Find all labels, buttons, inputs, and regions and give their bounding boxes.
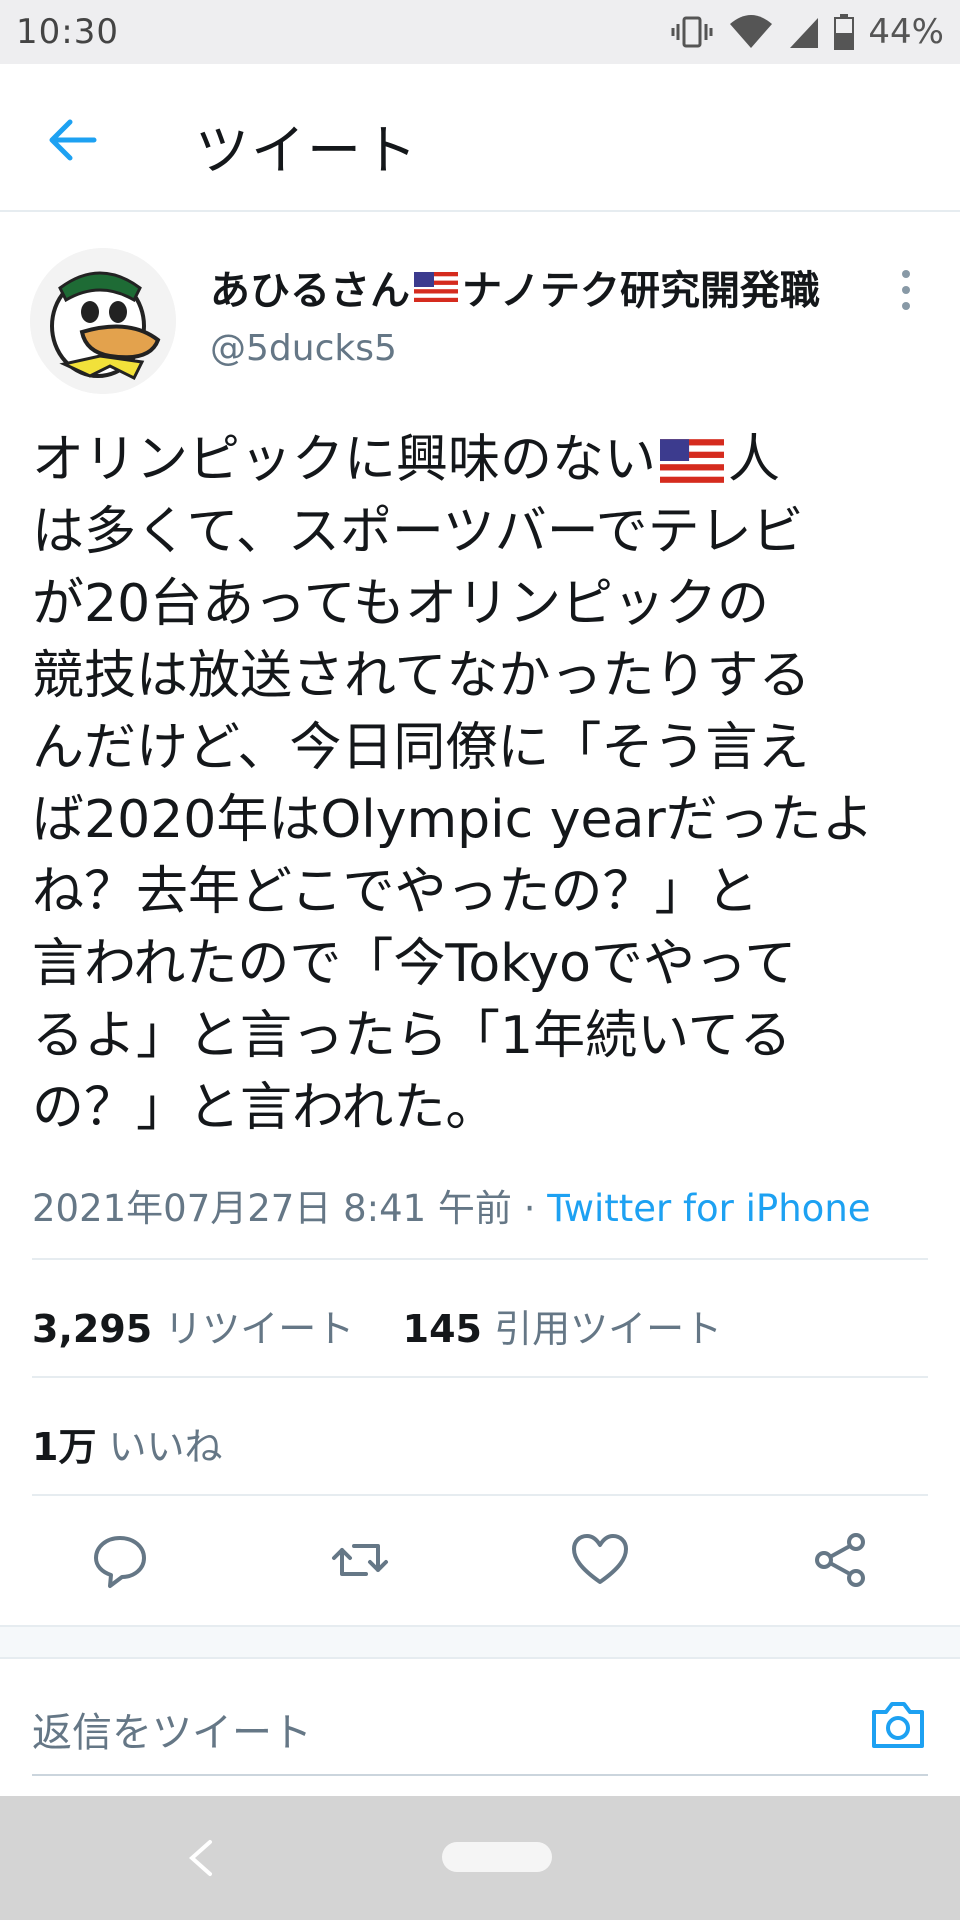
share-icon[interactable]: [810, 1530, 870, 1590]
retweet-stats: 3,295 リツイート 145 引用ツイート: [32, 1298, 722, 1353]
avatar[interactable]: [30, 248, 176, 394]
quotes-stat[interactable]: 145 引用ツイート: [403, 1307, 722, 1351]
tweet-text-line: 競技は放送されてなかったりする: [32, 640, 932, 712]
battery-icon: [834, 14, 855, 50]
page-title: ツイート: [195, 119, 419, 182]
tweet-text-segment: んだけど、今日同僚に「そう言え: [32, 718, 810, 778]
tweet-text-segment: の？」と言われた。: [32, 1078, 498, 1138]
retweets-label: リツイート: [164, 1307, 355, 1351]
likes-count: 1万: [32, 1425, 97, 1469]
tweet-text: オリンピックに興味のない 人は多くて、スポーツバーでテレビ が20台あってもオリンピ…: [32, 424, 932, 1144]
duck-avatar-icon: [30, 248, 176, 394]
battery-percent: 44%: [868, 12, 944, 52]
reply-input[interactable]: 返信をツイート: [32, 1700, 312, 1758]
tweet-text-segment: るよ」と言ったら「1年続いてる: [32, 1006, 792, 1066]
tweet-text-line: の？」と言われた。: [32, 1072, 932, 1144]
tweet-text-segment: 言われたので「今Tokyoでやって: [32, 934, 797, 994]
reply-icon[interactable]: [90, 1530, 150, 1590]
tweet-text-line: が20台あってもオリンピックの: [32, 568, 932, 640]
nav-home-pill[interactable]: [442, 1842, 552, 1872]
divider: [32, 1376, 928, 1378]
tweet-source[interactable]: Twitter for iPhone: [547, 1187, 870, 1230]
tweet-text-segment: ば2020年はOlympic yearだったよ: [32, 790, 874, 850]
author-name-suffix: ナノテク研究開発職: [462, 268, 820, 314]
tweet-text-line: んだけど、今日同僚に「そう言え: [32, 712, 932, 784]
camera-icon[interactable]: [868, 1696, 928, 1752]
tweet-text-line: ば2020年はOlympic yearだったよ: [32, 784, 932, 856]
tweet-text-line: るよ」と言ったら「1年続いてる: [32, 1000, 932, 1072]
tweet-text-segment: 人: [728, 430, 781, 490]
tweet-actions: [0, 1510, 960, 1610]
retweets-stat[interactable]: 3,295 リツイート: [32, 1307, 354, 1351]
likes-label: いいね: [108, 1425, 223, 1469]
reply-bar[interactable]: 返信をツイート: [32, 1672, 928, 1776]
like-icon[interactable]: [570, 1530, 630, 1590]
status-bar: 10:30 44%: [0, 0, 960, 64]
tweet-text-line: 言われたので「今Tokyoでやって: [32, 928, 932, 1000]
tweet-text-segment: ね？去年どこでやったの？」と: [32, 862, 759, 922]
divider: [32, 1258, 928, 1260]
more-vertical-icon[interactable]: [896, 268, 916, 312]
tweet-text-line: オリンピックに興味のない 人: [32, 424, 932, 496]
signal-icon: [790, 18, 819, 48]
divider: [32, 1494, 928, 1496]
tweet-text-line: は多くて、スポーツバーでテレビ: [32, 496, 932, 568]
tweet-text-line: ね？去年どこでやったの？」と: [32, 856, 932, 928]
meta-separator: ·: [511, 1187, 548, 1230]
tweet-timestamp: 2021年07月27日 8:41 午前: [32, 1187, 512, 1230]
tweet-text-segment: が20台あってもオリンピックの: [32, 574, 769, 634]
tweet-text-segment: 競技は放送されてなかったりする: [32, 646, 811, 706]
author-name-prefix: あひるさん: [210, 268, 410, 314]
status-icons: 44%: [670, 10, 944, 54]
author-name[interactable]: あひるさん ナノテク研究開発職: [210, 258, 820, 316]
tweet-text-segment: オリンピックに興味のない: [32, 430, 657, 490]
likes-stat[interactable]: 1万 いいね: [32, 1416, 223, 1471]
retweets-count: 3,295: [32, 1307, 153, 1351]
us-flag-icon: [414, 272, 458, 302]
author-handle[interactable]: @5ducks5: [210, 328, 397, 369]
header: ツイート: [0, 64, 960, 212]
nav-back-icon[interactable]: [180, 1836, 220, 1880]
quotes-count: 145: [402, 1307, 482, 1351]
us-flag-icon: [660, 439, 725, 483]
retweet-icon[interactable]: [330, 1530, 390, 1590]
quotes-label: 引用ツイート: [494, 1307, 723, 1351]
arrow-left-icon[interactable]: [42, 110, 102, 170]
tweet-meta: 2021年07月27日 8:41 午前 · Twitter for iPhone: [32, 1178, 871, 1232]
system-nav-bar: [0, 1796, 960, 1920]
tweet-text-segment: は多くて、スポーツバーでテレビ: [32, 502, 804, 562]
vibrate-icon: [671, 16, 713, 48]
section-divider: [0, 1625, 960, 1659]
wifi-icon: [730, 15, 773, 48]
status-time: 10:30: [16, 12, 119, 52]
